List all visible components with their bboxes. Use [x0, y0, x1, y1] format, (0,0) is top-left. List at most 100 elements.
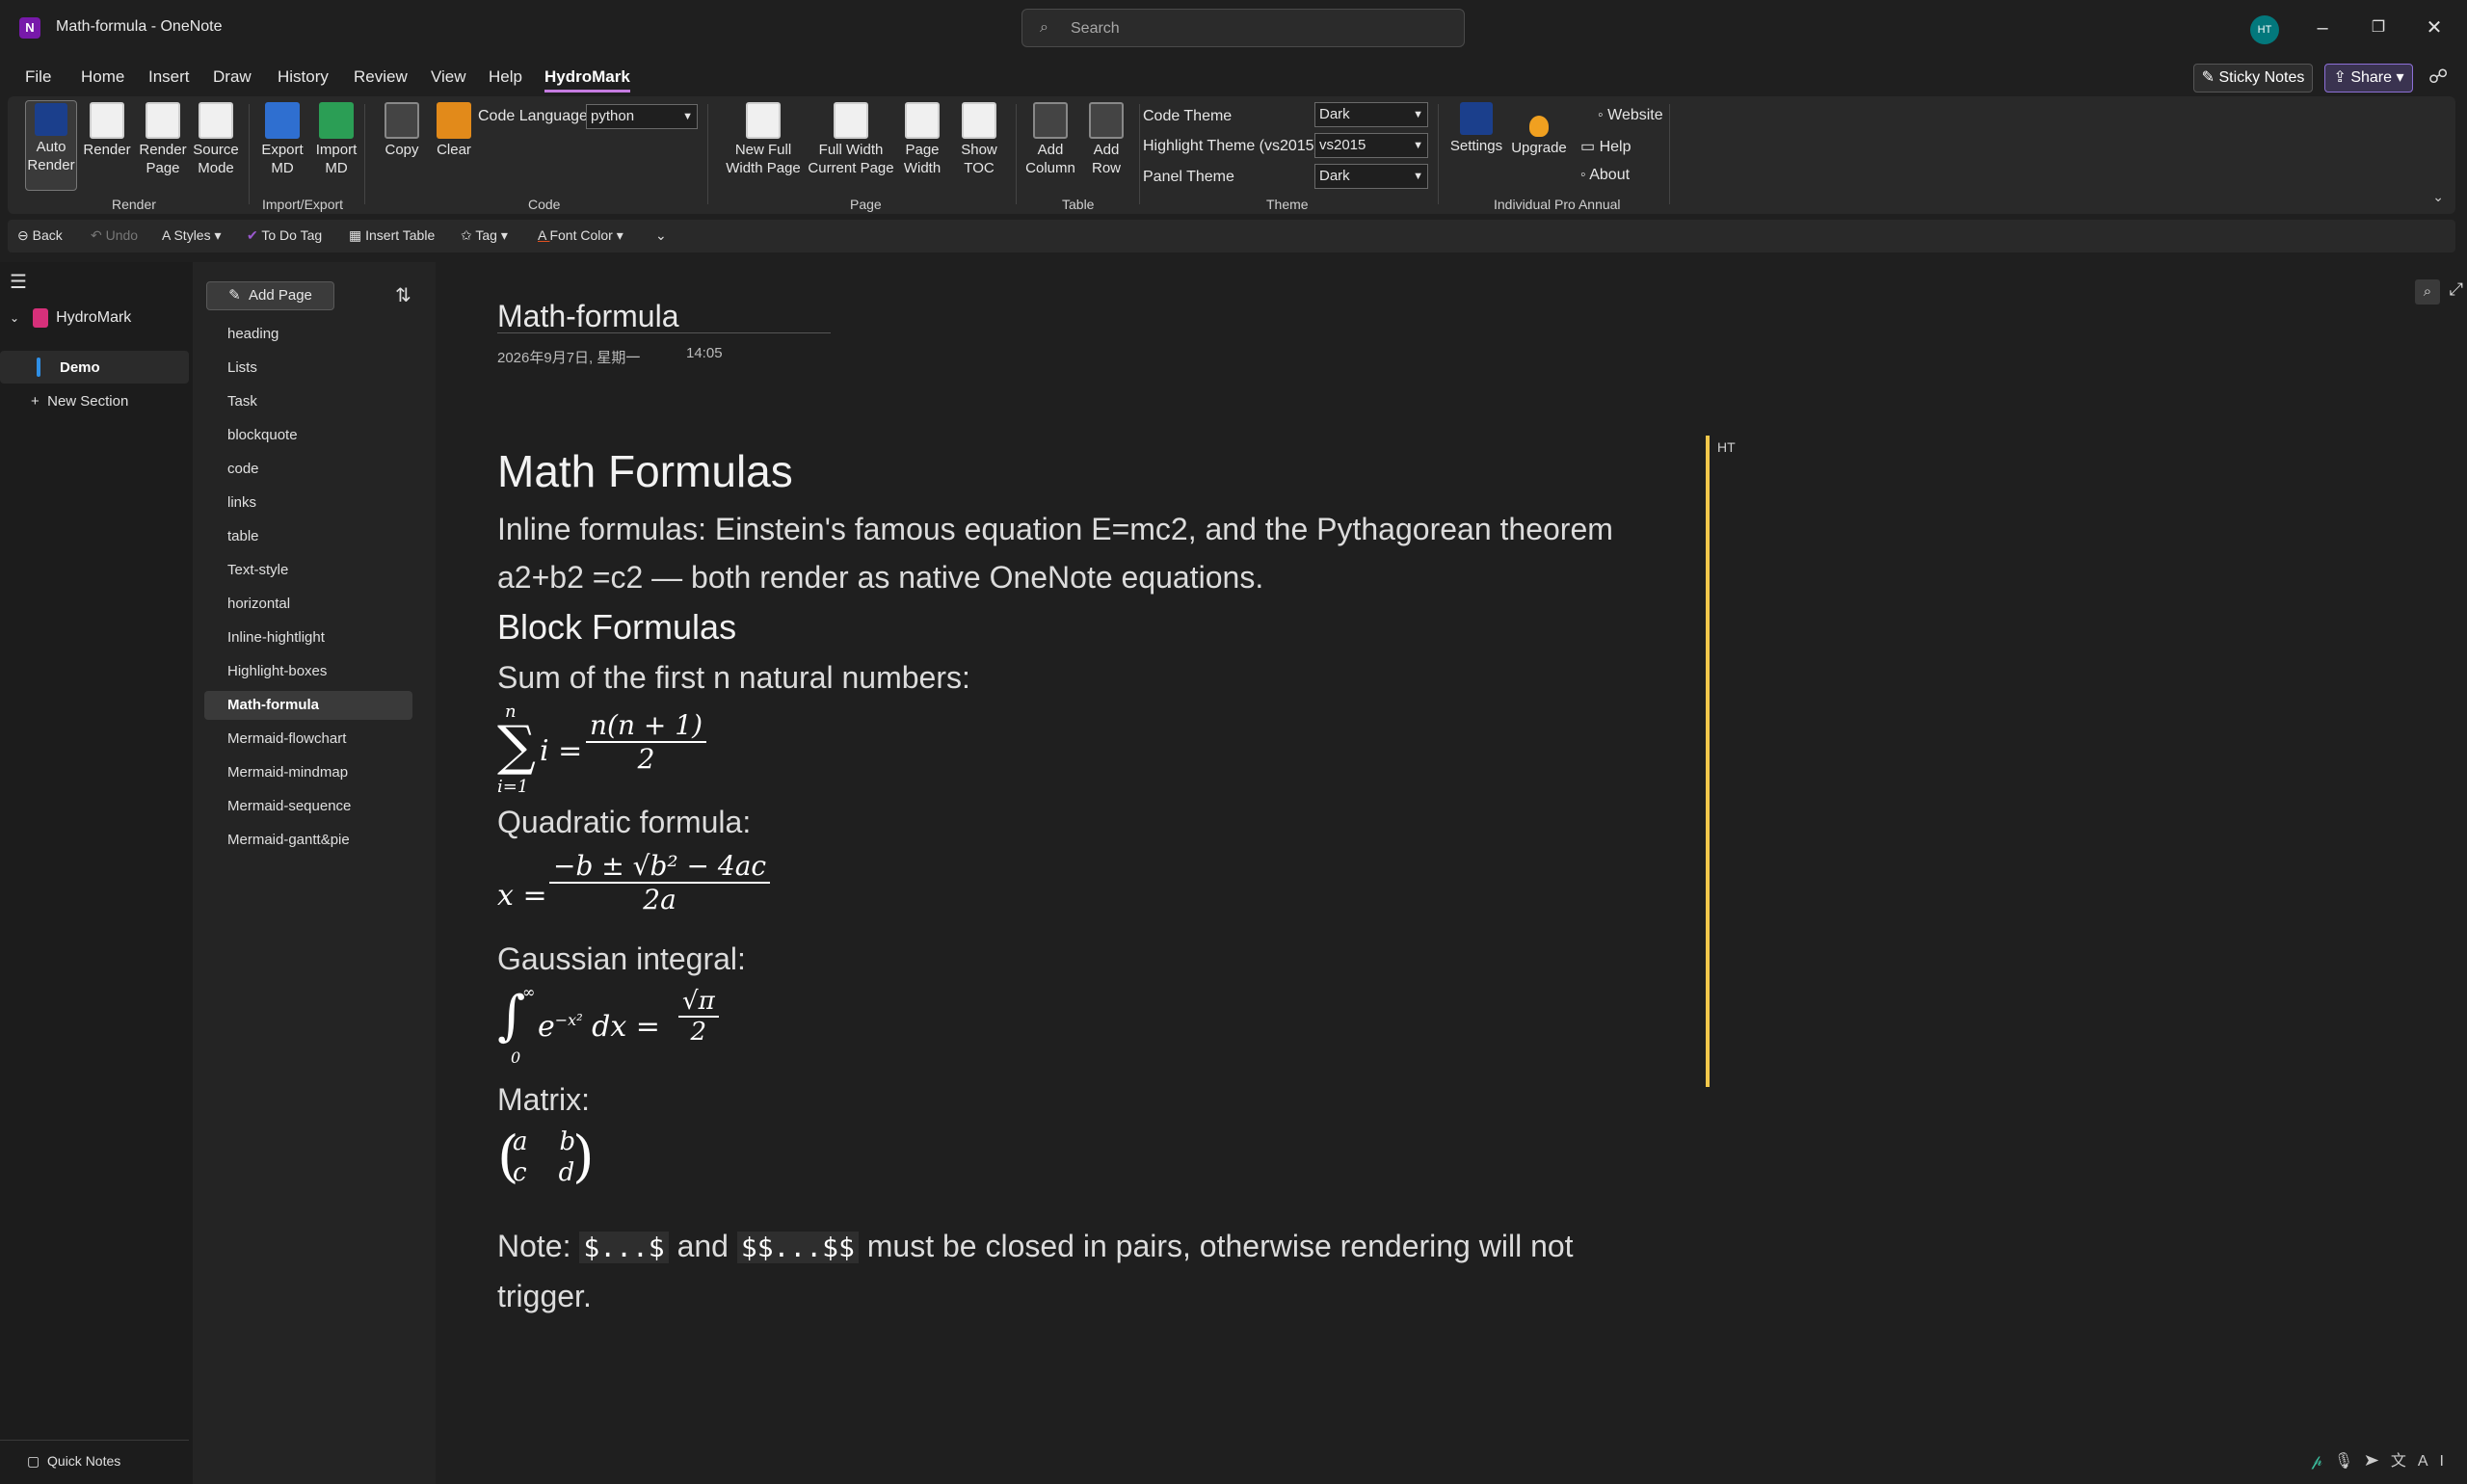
copy-label: Copy [385, 142, 419, 158]
highlight-theme-value: vs2015 [1319, 137, 1366, 153]
add-column-button[interactable]: Add Column [1020, 102, 1081, 177]
export-icon [265, 102, 300, 139]
page-item-math-formula[interactable]: Math-formula [204, 691, 412, 720]
translate-icon[interactable]: 文 [2391, 1453, 2418, 1470]
clear-button[interactable]: Clear [432, 102, 476, 159]
new-section-label: New Section [47, 393, 129, 410]
page-item-mermaid-flowchart[interactable]: Mermaid-flowchart [204, 725, 412, 754]
author-marker-bar [1706, 436, 1710, 1087]
page-item-heading[interactable]: heading [204, 320, 412, 349]
sort-icon[interactable]: ⇅ [395, 283, 411, 307]
page-item-lists[interactable]: Lists [204, 354, 412, 383]
note-content[interactable]: Math Formulas Inline formulas: Einstein'… [497, 445, 1654, 1320]
feedback-icon[interactable]: ☍ [2428, 65, 2448, 89]
menu-review[interactable]: Review [354, 67, 408, 87]
import-md-button[interactable]: Import MD [310, 102, 362, 177]
page-item-inline-highlight[interactable]: Inline-hightlight [204, 623, 412, 652]
add-page-button[interactable]: ✎ Add Page [206, 281, 334, 310]
page-item-task[interactable]: Task [204, 387, 412, 416]
auto-render-label: Auto Render [27, 139, 75, 173]
upgrade-button[interactable]: Upgrade [1509, 102, 1569, 157]
page-item-text-style[interactable]: Text-style [204, 556, 412, 585]
new-section-button[interactable]: + New Section [31, 393, 128, 410]
page-item-code[interactable]: code [204, 455, 412, 484]
page-item-horizontal[interactable]: horizontal [204, 590, 412, 619]
undo-button[interactable]: ↶ Undo [91, 227, 138, 244]
page-item-mermaid-gantt-pie[interactable]: Mermaid-gantt&pie [204, 826, 412, 855]
page-item-links[interactable]: links [204, 489, 412, 517]
about-link[interactable]: ◦ About [1580, 167, 1630, 184]
pen-icon[interactable]: 𝓅 [2311, 1453, 2333, 1470]
minimize-icon[interactable]: – [2303, 13, 2342, 42]
collapse-ribbon-icon[interactable]: ⌄ [2432, 189, 2444, 205]
hamburger-menu-icon[interactable]: ☰ [10, 270, 27, 294]
source-mode-icon [199, 102, 233, 139]
auto-render-button[interactable]: Auto Render [25, 100, 77, 191]
close-icon[interactable]: ✕ [2415, 13, 2454, 42]
full-width-current-label: Full Width Current Page [808, 142, 894, 176]
new-full-width-page-button[interactable]: New Full Width Page [717, 102, 809, 177]
matrix-equation: ( a b c d ) [497, 1124, 595, 1189]
menu-home[interactable]: Home [81, 67, 124, 87]
menu-insert[interactable]: Insert [148, 67, 190, 87]
export-md-button[interactable]: Export MD [256, 102, 308, 177]
sticky-notes-button[interactable]: ✎ Sticky Notes [2193, 64, 2313, 93]
website-link[interactable]: ◦ Website [1598, 107, 1663, 124]
share-label: Share [2350, 69, 2393, 86]
code-language-select[interactable]: python ▼ [586, 104, 698, 129]
restore-icon[interactable]: ❐ [2359, 13, 2398, 42]
user-avatar[interactable]: HT [2250, 15, 2279, 44]
about-label: About [1589, 167, 1631, 183]
panel-theme-select[interactable]: Dark ▼ [1314, 164, 1428, 189]
page-title[interactable]: Math-formula [497, 299, 831, 333]
font-color-icon: A [538, 227, 550, 243]
sticky-note-icon: ✎ [2201, 69, 2215, 86]
page-item-blockquote[interactable]: blockquote [204, 421, 412, 450]
page-item-table[interactable]: table [204, 522, 412, 551]
globe-icon: ◦ [1598, 107, 1608, 123]
menu-file[interactable]: File [25, 67, 51, 87]
font-color-button[interactable]: A Font Color ▾ [538, 227, 623, 244]
insert-table-button[interactable]: ▦ Insert Table [349, 227, 435, 244]
section-item-demo[interactable]: Demo [0, 351, 189, 384]
highlight-theme-label: Highlight Theme (vs2015) [1143, 138, 1319, 154]
full-width-current-page-button[interactable]: Full Width Current Page [798, 102, 904, 177]
customize-toolbar-icon[interactable]: ⌄ [655, 227, 667, 244]
search-input[interactable]: ⌕ Search [1021, 9, 1465, 47]
menu-draw[interactable]: Draw [213, 67, 252, 87]
share-button[interactable]: ⇪ Share ▾ [2324, 64, 2413, 93]
notebook-item[interactable]: ⌄ HydroMark [10, 308, 131, 328]
page-width-button[interactable]: Page Width [890, 102, 954, 177]
search-icon[interactable]: ⌕ [2415, 279, 2440, 305]
window-title: Math-formula - OneNote [56, 18, 223, 35]
page-canvas: Math-formula 2026年9月7日, 星期一 14:05 ⌕ ⤢ Ma… [436, 262, 2467, 1484]
highlight-theme-select[interactable]: vs2015 ▼ [1314, 133, 1428, 158]
show-toc-button[interactable]: Show TOC [952, 102, 1006, 177]
page-item-mermaid-sequence[interactable]: Mermaid-sequence [204, 792, 412, 821]
add-row-button[interactable]: Add Row [1079, 102, 1133, 177]
menu-hydromark[interactable]: HydroMark [544, 67, 630, 93]
render-page-button[interactable]: Render Page [137, 102, 189, 177]
back-label: Back [32, 227, 63, 243]
page-item-highlight-boxes[interactable]: Highlight-boxes [204, 657, 412, 686]
expand-icon[interactable]: ⤢ [2450, 279, 2463, 300]
microphone-icon[interactable]: 🎙 [2334, 1453, 2365, 1470]
help-link[interactable]: ▭ Help [1580, 137, 1631, 156]
copy-button[interactable]: Copy [380, 102, 424, 159]
menu-view[interactable]: View [431, 67, 466, 87]
styles-button[interactable]: A Styles ▾ [162, 227, 222, 244]
source-mode-button[interactable]: Source Mode [189, 102, 243, 177]
menu-history[interactable]: History [278, 67, 329, 87]
quick-notes-button[interactable]: ▢ Quick Notes [27, 1453, 120, 1470]
settings-button[interactable]: Settings [1447, 102, 1505, 155]
code-theme-select[interactable]: Dark ▼ [1314, 102, 1428, 127]
back-button[interactable]: ⊖ Back [17, 227, 63, 244]
send-icon[interactable]: ➤ [2365, 1453, 2391, 1470]
render-button[interactable]: Render [83, 102, 131, 159]
menu-help[interactable]: Help [489, 67, 522, 87]
todo-tag-button[interactable]: ✔ To Do Tag [247, 227, 322, 244]
page-item-mermaid-mindmap[interactable]: Mermaid-mindmap [204, 758, 412, 787]
tag-button[interactable]: ✩ Tag ▾ [461, 227, 508, 244]
checkbox-icon: ✔ [247, 227, 262, 243]
ai-icon[interactable]: AI [2418, 1453, 2455, 1470]
